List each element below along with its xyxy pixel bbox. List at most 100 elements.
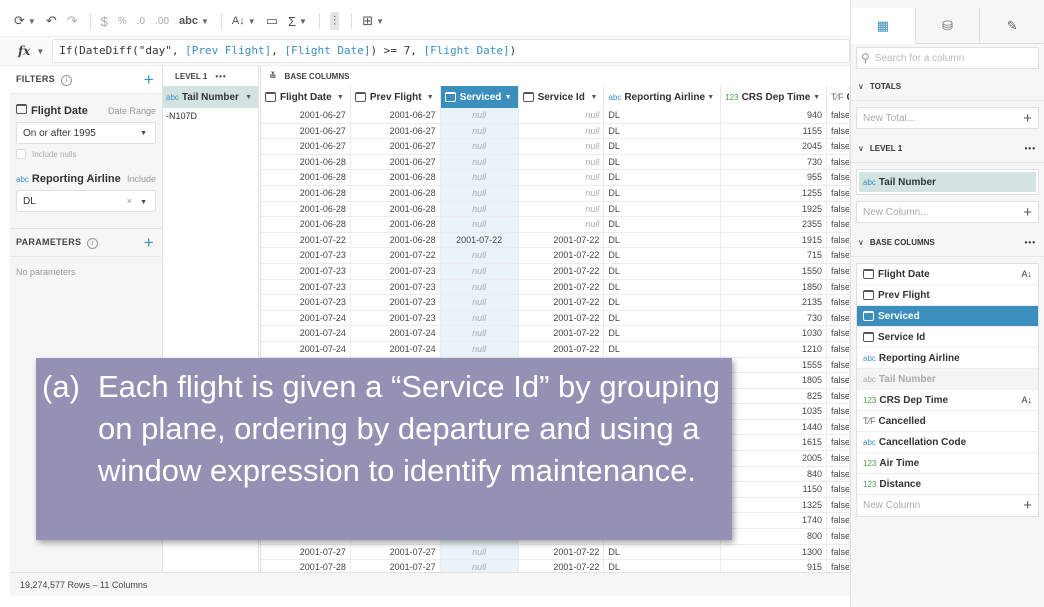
table-cell[interactable]: false <box>827 326 850 341</box>
table-row[interactable]: 2001-07-23 2001-07-23 null 2001-07-22 DL 2135… <box>261 295 850 311</box>
table-cell[interactable]: 2001-06-27 <box>351 108 441 123</box>
increase-decimals-button[interactable]: .00 <box>155 16 169 27</box>
level1-column-chip[interactable]: abc Tail Number <box>856 169 1039 195</box>
table-row[interactable]: 2001-06-28 2001-06-28 null null DL 1255 false <box>261 185 850 202</box>
table-cell[interactable]: false <box>827 279 850 295</box>
column-list-item[interactable]: Serviced <box>857 306 1038 327</box>
table-cell[interactable]: 2001-07-22 <box>519 544 605 560</box>
table-cell[interactable]: false <box>827 388 850 404</box>
column-list-item[interactable]: T⁄F Cancelled <box>857 411 1038 432</box>
column-header-service-id[interactable]: Service Id ▼ <box>519 86 605 108</box>
column-header-tail-number[interactable]: abc Tail Number ▼ <box>163 86 258 108</box>
table-cell[interactable]: 2001-07-23 <box>351 295 441 310</box>
tail-number-value[interactable]: -N107D <box>163 108 258 124</box>
table-cell[interactable]: DL <box>604 248 722 263</box>
table-cell[interactable]: 1615 <box>721 435 828 451</box>
table-cell[interactable]: null <box>440 154 519 170</box>
table-cell[interactable]: false <box>827 357 850 373</box>
info-icon[interactable]: i <box>60 74 72 86</box>
table-row[interactable]: 2001-06-28 2001-06-28 null null DL 2355 false <box>261 217 850 233</box>
table-cell[interactable]: null <box>440 279 519 295</box>
table-cell[interactable]: 2001-07-22 <box>519 326 605 341</box>
column-list-item[interactable]: Flight Date A↓ <box>857 264 1038 285</box>
table-cell[interactable]: 730 <box>721 154 828 170</box>
more-icon[interactable]: ••• <box>215 72 226 81</box>
column-list-item[interactable]: Service Id <box>857 327 1038 348</box>
plus-icon[interactable]: + <box>1023 110 1032 127</box>
table-cell[interactable]: 2001-06-27 <box>261 139 351 154</box>
insert-column-button[interactable]: ⊞ ▼ <box>362 13 384 29</box>
table-cell[interactable]: false <box>827 513 850 529</box>
currency-format-button[interactable]: $ <box>101 14 108 29</box>
table-cell[interactable]: 1555 <box>721 357 828 373</box>
table-cell[interactable]: 940 <box>721 108 828 123</box>
new-column-input[interactable]: New Column + <box>857 495 1038 516</box>
table-cell[interactable]: 2001-07-22 <box>440 232 519 248</box>
table-cell[interactable]: null <box>519 217 605 232</box>
column-header-crs-dep-time[interactable]: 123 CRS Dep Time ▼ <box>721 86 828 108</box>
table-cell[interactable]: 2001-07-24 <box>351 326 441 341</box>
table-cell[interactable]: null <box>440 341 519 357</box>
more-icon[interactable]: ••• <box>1025 238 1036 247</box>
table-cell[interactable]: null <box>519 108 605 123</box>
table-cell[interactable]: 2001-07-27 <box>261 544 351 560</box>
table-cell[interactable]: false <box>827 544 850 560</box>
table-cell[interactable]: 1550 <box>721 263 828 279</box>
table-cell[interactable]: null <box>440 201 519 217</box>
table-cell[interactable]: 1915 <box>721 232 828 248</box>
new-total-input[interactable]: New Total... + <box>856 107 1039 129</box>
refresh-button[interactable]: ⟳ ▼ <box>14 13 36 29</box>
table-cell[interactable]: 955 <box>721 170 828 185</box>
table-cell[interactable]: null <box>440 263 519 279</box>
table-cell[interactable]: false <box>827 419 850 435</box>
base-columns-section-header[interactable]: ∨ BASE COLUMNS ••• <box>851 229 1044 257</box>
comment-button[interactable]: ▭ <box>266 13 278 29</box>
table-row[interactable]: 2001-07-27 2001-07-27 null 2001-07-22 DL 1300… <box>261 544 850 561</box>
table-row[interactable]: 2001-07-23 2001-07-22 null 2001-07-22 DL 715 f… <box>261 248 850 264</box>
table-cell[interactable]: 1255 <box>721 185 828 201</box>
fx-icon[interactable]: fx <box>18 44 30 58</box>
table-cell[interactable]: DL <box>604 201 722 217</box>
table-cell[interactable]: 1035 <box>721 404 828 419</box>
redo-button[interactable]: ↷ <box>67 13 78 29</box>
table-cell[interactable]: 2135 <box>721 295 828 310</box>
column-header-reporting-airline[interactable]: abc Reporting Airline ▼ <box>604 86 722 108</box>
table-cell[interactable]: 2001-07-22 <box>519 310 605 326</box>
table-cell[interactable]: false <box>827 451 850 466</box>
tab-style[interactable]: ✎ <box>979 8 1044 44</box>
table-cell[interactable]: DL <box>604 310 722 326</box>
table-cell[interactable]: 2001-07-22 <box>519 341 605 357</box>
table-cell[interactable]: 1740 <box>721 513 828 529</box>
table-cell[interactable]: 2001-06-27 <box>351 139 441 154</box>
plus-icon[interactable]: + <box>1023 497 1032 514</box>
table-cell[interactable]: DL <box>604 326 722 341</box>
table-cell[interactable]: 1325 <box>721 497 828 513</box>
add-filter-button[interactable]: + <box>144 70 154 90</box>
table-cell[interactable]: null <box>519 139 605 154</box>
table-cell[interactable]: 2001-06-28 <box>261 154 351 170</box>
totals-section-header[interactable]: ∨ TOTALS <box>851 73 1044 101</box>
table-cell[interactable]: DL <box>604 232 722 248</box>
table-cell[interactable]: 1155 <box>721 123 828 139</box>
column-header-flight-date[interactable]: Flight Date ▼ <box>261 86 351 108</box>
table-row[interactable]: 2001-06-28 2001-06-28 null null DL 955 false <box>261 170 850 186</box>
table-cell[interactable]: null <box>440 108 519 123</box>
table-cell[interactable]: null <box>440 248 519 263</box>
table-cell[interactable]: 2001-07-27 <box>351 560 441 572</box>
new-column-level-input[interactable]: New Column... + <box>856 201 1039 223</box>
table-cell[interactable]: 2001-07-24 <box>261 310 351 326</box>
collapse-icon[interactable]: ≚ <box>269 71 277 82</box>
table-cell[interactable]: 2005 <box>721 451 828 466</box>
table-cell[interactable]: null <box>519 170 605 185</box>
column-settings-button[interactable]: ⫶ <box>329 12 340 30</box>
clear-icon[interactable]: × <box>127 196 132 206</box>
more-icon[interactable]: ••• <box>1025 144 1036 153</box>
table-cell[interactable]: null <box>440 185 519 201</box>
table-cell[interactable]: false <box>827 373 850 388</box>
table-row[interactable]: 2001-07-24 2001-07-24 null 2001-07-22 DL 1210… <box>261 341 850 358</box>
table-cell[interactable]: false <box>827 560 850 572</box>
column-list-item[interactable]: abc Reporting Airline <box>857 348 1038 369</box>
table-cell[interactable]: null <box>440 295 519 310</box>
column-header-c[interactable]: T⁄FC <box>827 86 850 108</box>
table-cell[interactable]: DL <box>604 295 722 310</box>
